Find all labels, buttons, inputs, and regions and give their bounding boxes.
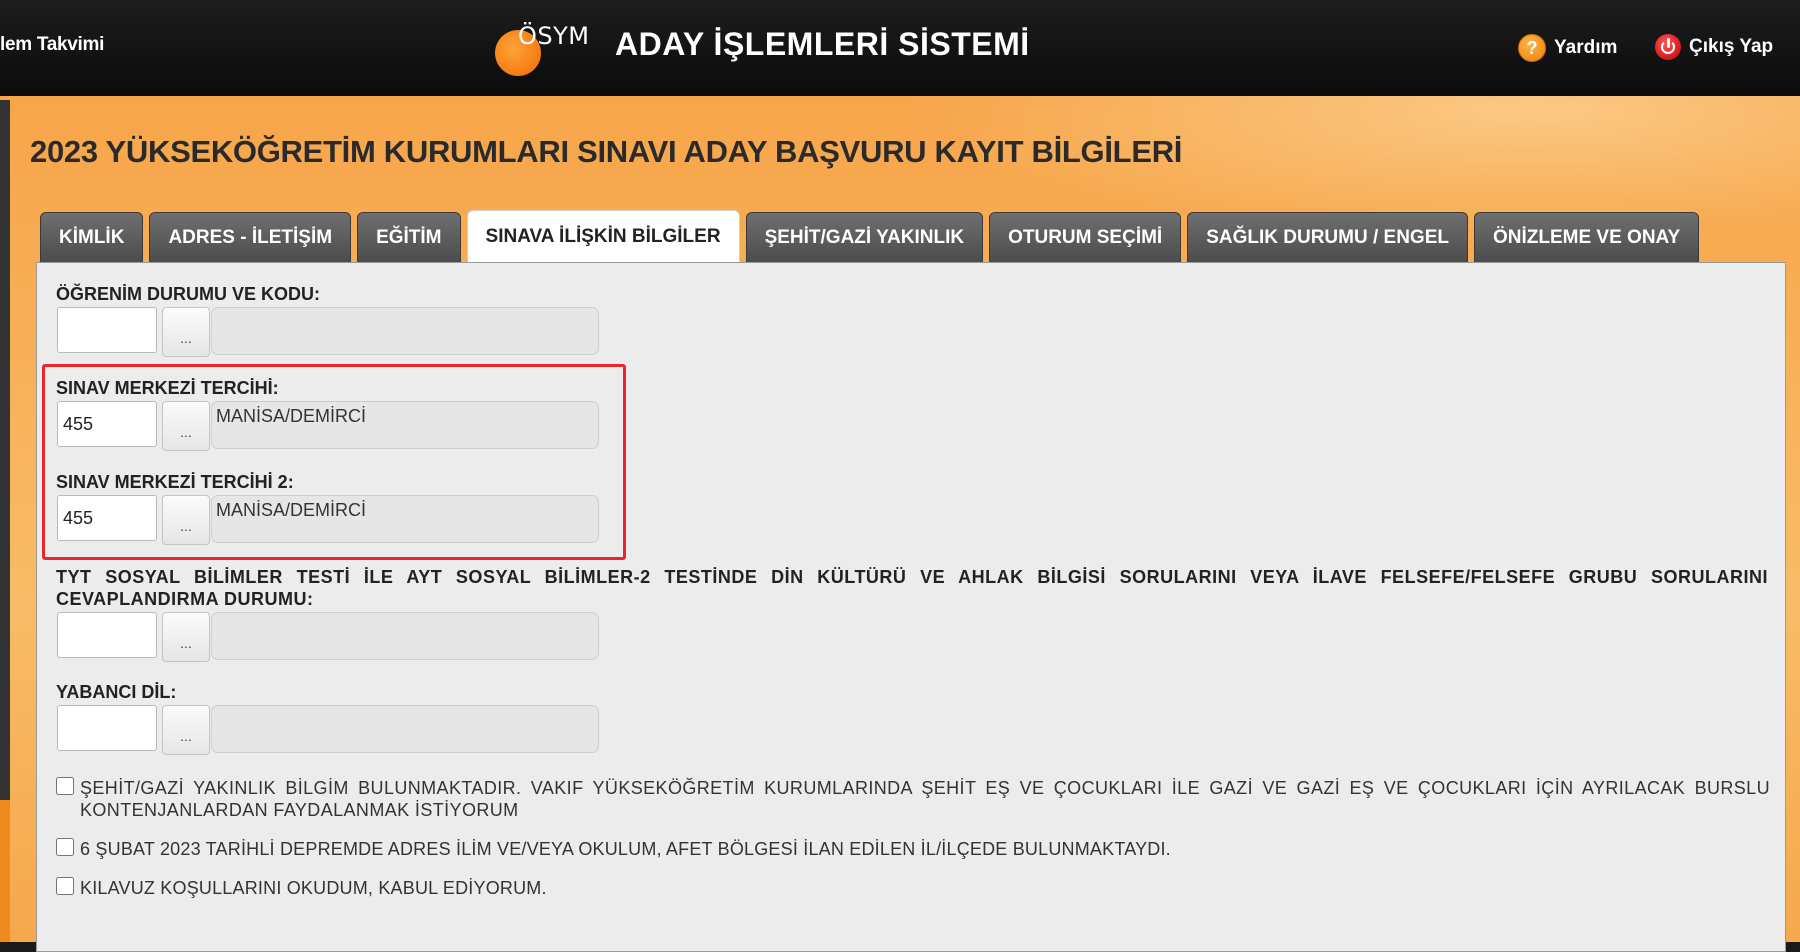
- tab-sehit-gazi-yakinlik[interactable]: ŞEHİT/GAZİ YAKINLIK: [745, 212, 984, 262]
- tab-egitim[interactable]: EĞİTİM: [357, 212, 461, 262]
- sinav-merkezi-2-description: MANİSA/DEMİRCİ: [211, 495, 599, 543]
- tab-onizleme-ve-onay[interactable]: ÖNİZLEME VE ONAY: [1473, 212, 1700, 262]
- logout-label: Çıkış Yap: [1689, 36, 1774, 57]
- tab-saglik-durumu-engel[interactable]: SAĞLIK DURUMU / ENGEL: [1187, 212, 1468, 262]
- ogrenim-code-input[interactable]: [57, 307, 157, 353]
- system-title: ADAY İŞLEMLERİ SİSTEMİ: [615, 26, 1030, 62]
- kilavuz-checkbox-label: KILAVUZ KOŞULLARINI OKUDUM, KABUL EDİYOR…: [80, 878, 547, 898]
- yabanci-dil-browse-button[interactable]: ...: [162, 705, 210, 755]
- tab-oturum-secimi[interactable]: OTURUM SEÇİMİ: [989, 212, 1182, 262]
- top-bar: lem Takvimi ÖSYM ADAY İŞLEMLERİ SİSTEMİ …: [0, 0, 1800, 96]
- ogrenim-label: ÖĞRENİM DURUMU VE KODU:: [56, 284, 320, 304]
- ogrenim-description: [211, 307, 599, 355]
- osym-logo-text: ÖSYM: [518, 22, 590, 50]
- sinav-merkezi-2-label: SINAV MERKEZİ TERCİHİ 2:: [56, 472, 294, 492]
- help-link[interactable]: ? Yardım: [1518, 34, 1617, 62]
- tab-kimlik[interactable]: KİMLİK: [40, 212, 144, 262]
- deprem-checkbox-label: 6 ŞUBAT 2023 TARİHLİ DEPREMDE ADRES İLİM…: [80, 839, 1171, 859]
- logout-link[interactable]: Çıkış Yap: [1655, 34, 1773, 60]
- deprem-checkbox[interactable]: [56, 838, 74, 856]
- power-icon: [1655, 34, 1681, 60]
- sehit-gazi-checkbox-label: ŞEHİT/GAZİ YAKINLIK BİLGİM BULUNMAKTADIR…: [80, 778, 1770, 820]
- tyt-sosyal-label: TYT SOSYAL BİLİMLER TESTİ İLE AYT SOSYAL…: [56, 567, 1768, 609]
- tyt-sosyal-browse-button[interactable]: ...: [162, 612, 210, 662]
- sehit-gazi-checkbox[interactable]: [56, 777, 74, 795]
- page-title: 2023 YÜKSEKÖĞRETİM KURUMLARI SINAVI ADAY…: [30, 134, 1183, 169]
- sinav-merkezi-1-browse-button[interactable]: ...: [162, 401, 210, 451]
- sinav-merkezi-2-code-input[interactable]: [57, 495, 157, 541]
- yabanci-dil-description: [211, 705, 599, 753]
- osym-logo[interactable]: ÖSYM: [492, 20, 602, 76]
- left-edge-strip: [0, 100, 10, 800]
- checkbox-row-deprem: 6 ŞUBAT 2023 TARİHLİ DEPREMDE ADRES İLİM…: [56, 838, 1171, 860]
- islem-takvimi-link[interactable]: lem Takvimi: [0, 34, 104, 56]
- sinav-merkezi-1-code-input[interactable]: [57, 401, 157, 447]
- yabanci-dil-label: YABANCI DİL:: [56, 682, 177, 702]
- sinav-merkezi-1-description: MANİSA/DEMİRCİ: [211, 401, 599, 449]
- tab-sinava-iliskin-bilgiler[interactable]: SINAVA İLİŞKİN BİLGİLER: [466, 210, 740, 262]
- sinav-merkezi-2-browse-button[interactable]: ...: [162, 495, 210, 545]
- ogrenim-browse-button[interactable]: ...: [162, 307, 210, 357]
- checkbox-row-kilavuz: KILAVUZ KOŞULLARINI OKUDUM, KABUL EDİYOR…: [56, 877, 547, 899]
- left-edge-strip-orange: [0, 800, 10, 942]
- tab-bar: KİMLİK ADRES - İLETİŞİM EĞİTİM SINAVA İL…: [40, 210, 1700, 262]
- tab-adres-iletisim[interactable]: ADRES - İLETİŞİM: [149, 212, 352, 262]
- sinav-merkezi-1-label: SINAV MERKEZİ TERCİHİ:: [56, 378, 279, 398]
- yabanci-dil-code-input[interactable]: [57, 705, 157, 751]
- checkbox-row-sehit-gazi: ŞEHİT/GAZİ YAKINLIK BİLGİM BULUNMAKTADIR…: [56, 777, 1770, 821]
- tyt-sosyal-code-input[interactable]: [57, 612, 157, 658]
- kilavuz-checkbox[interactable]: [56, 877, 74, 895]
- help-label: Yardım: [1554, 37, 1618, 58]
- question-icon: ?: [1518, 34, 1546, 62]
- tyt-sosyal-description: [211, 612, 599, 660]
